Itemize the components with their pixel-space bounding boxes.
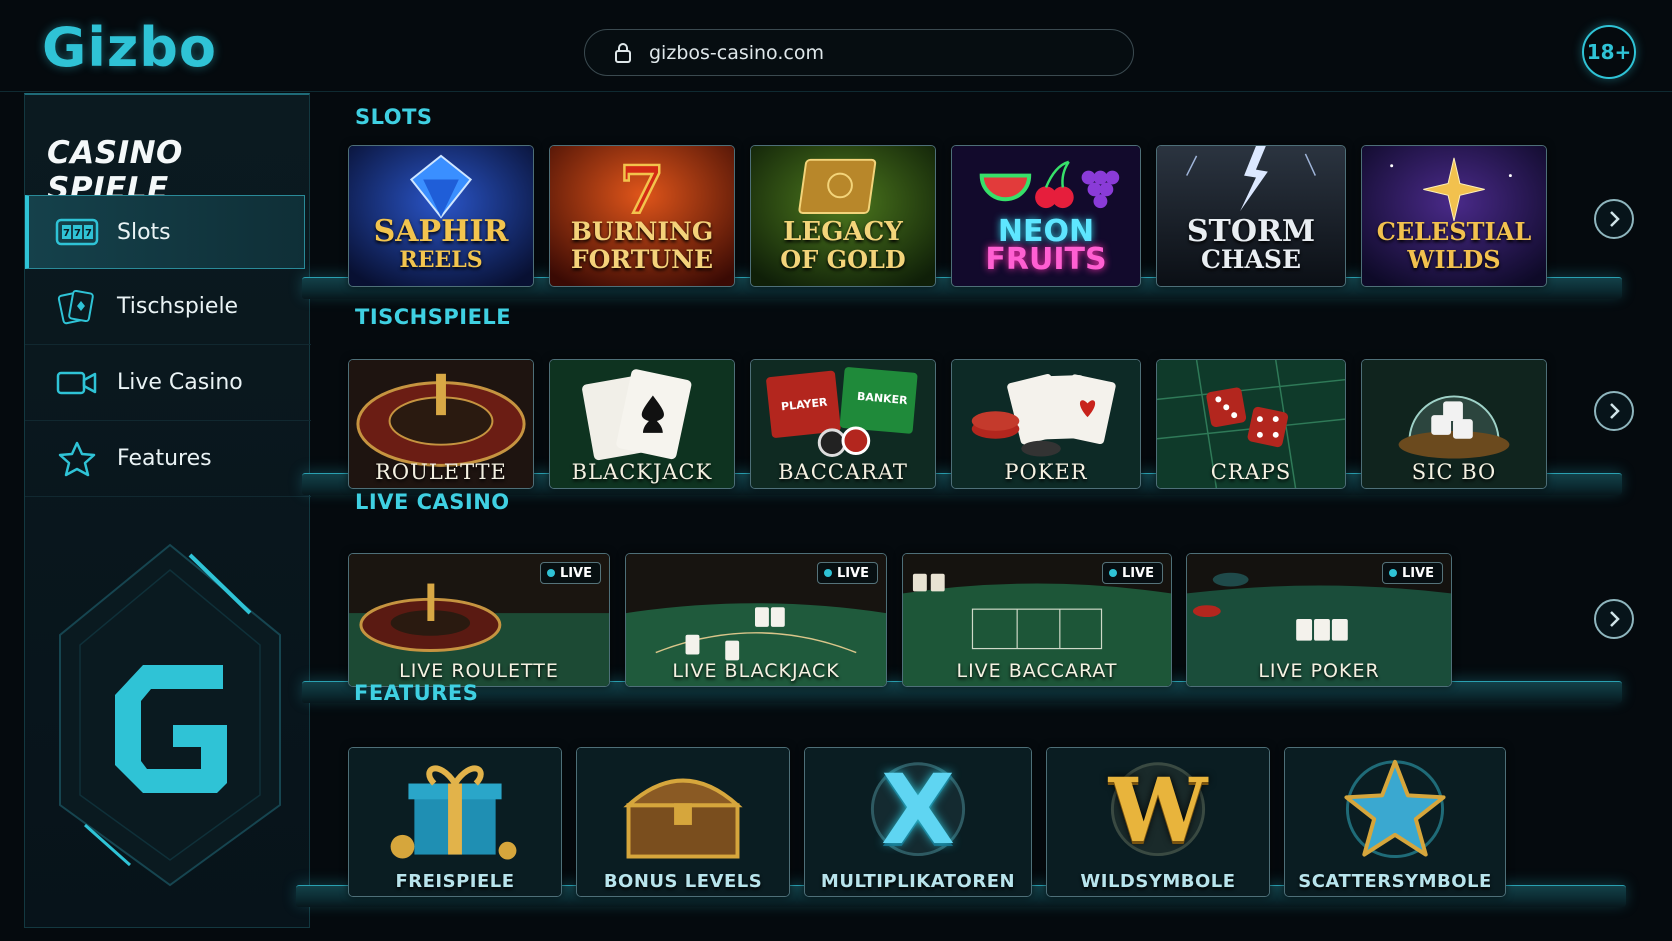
game-title: LIVE ROULETTE xyxy=(399,660,559,682)
game-tile-craps[interactable]: CRAPS xyxy=(1156,359,1346,489)
feature-title: FREISPIELE xyxy=(395,871,515,892)
live-dot-icon xyxy=(1108,569,1117,577)
game-title: LIVE BACCARAT xyxy=(956,660,1118,682)
game-tile-live-poker[interactable]: LIVE LIVE POKER xyxy=(1186,553,1452,687)
sidebar-item-slots[interactable]: 7 7 7 Slots xyxy=(25,195,305,269)
svg-text:7: 7 xyxy=(74,228,81,239)
sidebar-item-label: Live Casino xyxy=(117,370,243,395)
star-icon xyxy=(55,441,99,477)
chevron-right-icon xyxy=(1610,403,1620,419)
section-title-features: FEATURES xyxy=(354,681,479,705)
svg-text:G: G xyxy=(45,525,46,526)
game-tile-neon-fruits[interactable]: NEON FRUITS xyxy=(951,145,1141,287)
main-content: SLOTS SAPHIR REELS 7 BURNING FORTUNE LEGAC… xyxy=(296,93,1672,941)
sidebar-item-label: Features xyxy=(117,446,212,471)
chevron-right-icon xyxy=(1610,211,1620,227)
live-dot-icon xyxy=(823,569,832,577)
feature-title: MULTIPLIKATOREN xyxy=(820,871,1016,892)
game-tile-roulette[interactable]: ROULETTE xyxy=(348,359,534,489)
sidebar-item-live-casino[interactable]: Live Casino xyxy=(25,345,311,421)
slot-title-line1: STORM xyxy=(1186,214,1316,249)
section-title-live-casino: LIVE CASINO xyxy=(355,490,510,514)
wild-w-icon: W xyxy=(1108,758,1208,862)
feature-tile-scattersymbole[interactable]: SCATTERSYMBOLE xyxy=(1284,747,1506,897)
game-title: SIC BO xyxy=(1411,460,1497,484)
sidebar-item-tischspiele[interactable]: Tischspiele xyxy=(25,269,311,345)
feature-title: SCATTERSYMBOLE xyxy=(1298,871,1492,892)
live-badge: LIVE xyxy=(816,562,878,584)
svg-text:7: 7 xyxy=(63,228,70,239)
game-tile-burning-fortune[interactable]: 7 BURNING FORTUNE xyxy=(549,145,735,287)
feature-tile-wildsymbole[interactable]: W WILDSYMBOLE xyxy=(1046,747,1270,897)
slot-title-line2: REELS xyxy=(399,247,483,273)
game-title: ROULETTE xyxy=(375,460,507,484)
game-tile-baccarat[interactable]: PLAYER BANKER BACCARAT xyxy=(750,359,936,489)
game-tile-poker[interactable]: POKER xyxy=(951,359,1141,489)
live-dot-icon xyxy=(1388,569,1397,577)
game-title: LIVE BLACKJACK xyxy=(672,660,840,682)
game-tile-legacy-of-gold[interactable]: LEGACY OF GOLD xyxy=(750,145,936,287)
lock-icon xyxy=(615,42,631,63)
slot-title-line1: LEGACY xyxy=(783,217,903,247)
top-bar: Gizbo gizbos-casino.com 18+ xyxy=(0,0,1672,92)
game-title: BACCARAT xyxy=(778,460,908,484)
game-tile-sic-bo[interactable]: SIC BO xyxy=(1361,359,1547,489)
section-title-tischspiele: TISCHSPIELE xyxy=(355,305,512,329)
live-badge: LIVE xyxy=(1101,562,1163,584)
cards-icon xyxy=(55,289,99,325)
sidebar-item-label: Slots xyxy=(117,219,171,245)
game-title: CRAPS xyxy=(1210,460,1292,484)
gizbo-emblem-logo: G xyxy=(45,525,281,887)
slot-title-line1: SAPHIR xyxy=(373,214,509,249)
slot-title-line2: WILDS xyxy=(1407,245,1501,274)
slot-machine-icon: 7 7 7 xyxy=(55,214,99,250)
live-badge: LIVE xyxy=(1381,562,1443,584)
x-multiplier-icon: X xyxy=(880,754,955,866)
tischspiele-next-arrow[interactable] xyxy=(1594,391,1634,431)
live-dot-icon xyxy=(546,569,555,577)
url-text: gizbos-casino.com xyxy=(649,41,824,64)
slot-title-line1: BURNING xyxy=(570,217,714,246)
slot-title-line2: FORTUNE xyxy=(570,245,714,274)
slot-title-line2: OF GOLD xyxy=(780,245,906,274)
slots-next-arrow[interactable] xyxy=(1594,199,1634,239)
feature-title: BONUS LEVELS xyxy=(603,871,763,892)
game-tile-blackjack[interactable]: BLACKJACK xyxy=(549,359,735,489)
chevron-right-icon xyxy=(1610,611,1620,627)
game-tile-saphir-reels[interactable]: SAPHIR REELS xyxy=(348,145,534,287)
game-title: LIVE POKER xyxy=(1258,660,1380,682)
sidebar-item-features[interactable]: Features xyxy=(25,421,311,497)
sidebar: CASINO SPIELE 7 7 7 Slots Tischspiele Li… xyxy=(24,93,311,928)
feature-tile-multiplikatoren[interactable]: X MULTIPLIKATOREN xyxy=(804,747,1032,897)
feature-tile-bonus-levels[interactable]: BONUS LEVELS xyxy=(576,747,790,897)
game-tile-celestial-wilds[interactable]: CELESTIAL WILDS xyxy=(1361,145,1547,287)
url-bar[interactable]: gizbos-casino.com xyxy=(584,29,1134,76)
gizbo-logo[interactable]: Gizbo xyxy=(42,16,217,79)
game-title: BLACKJACK xyxy=(571,460,713,484)
live-badge: LIVE xyxy=(539,562,601,584)
live-casino-next-arrow[interactable] xyxy=(1594,599,1634,639)
sidebar-nav: 7 7 7 Slots Tischspiele Live Casino Feat… xyxy=(25,195,311,497)
age-restriction-badge: 18+ xyxy=(1582,25,1636,79)
slot-title-line2: CHASE xyxy=(1200,245,1302,274)
sidebar-item-label: Tischspiele xyxy=(117,294,239,319)
feature-tile-freispiele[interactable]: FREISPIELE xyxy=(348,747,562,897)
svg-text:7: 7 xyxy=(85,228,92,239)
game-tile-live-baccarat[interactable]: LIVE LIVE BACCARAT xyxy=(902,553,1172,687)
game-tile-storm-chase[interactable]: STORM CHASE xyxy=(1156,145,1346,287)
feature-title: WILDSYMBOLE xyxy=(1080,871,1236,892)
slot-title-line1: CELESTIAL xyxy=(1376,217,1532,246)
game-tile-live-blackjack[interactable]: LIVE LIVE BLACKJACK xyxy=(625,553,887,687)
slot-title-line2: FRUITS xyxy=(985,242,1107,277)
game-tile-live-roulette[interactable]: LIVE LIVE ROULETTE xyxy=(348,553,610,687)
section-title-slots: SLOTS xyxy=(355,105,433,129)
video-camera-icon xyxy=(55,365,99,401)
game-title: POKER xyxy=(1004,460,1088,484)
